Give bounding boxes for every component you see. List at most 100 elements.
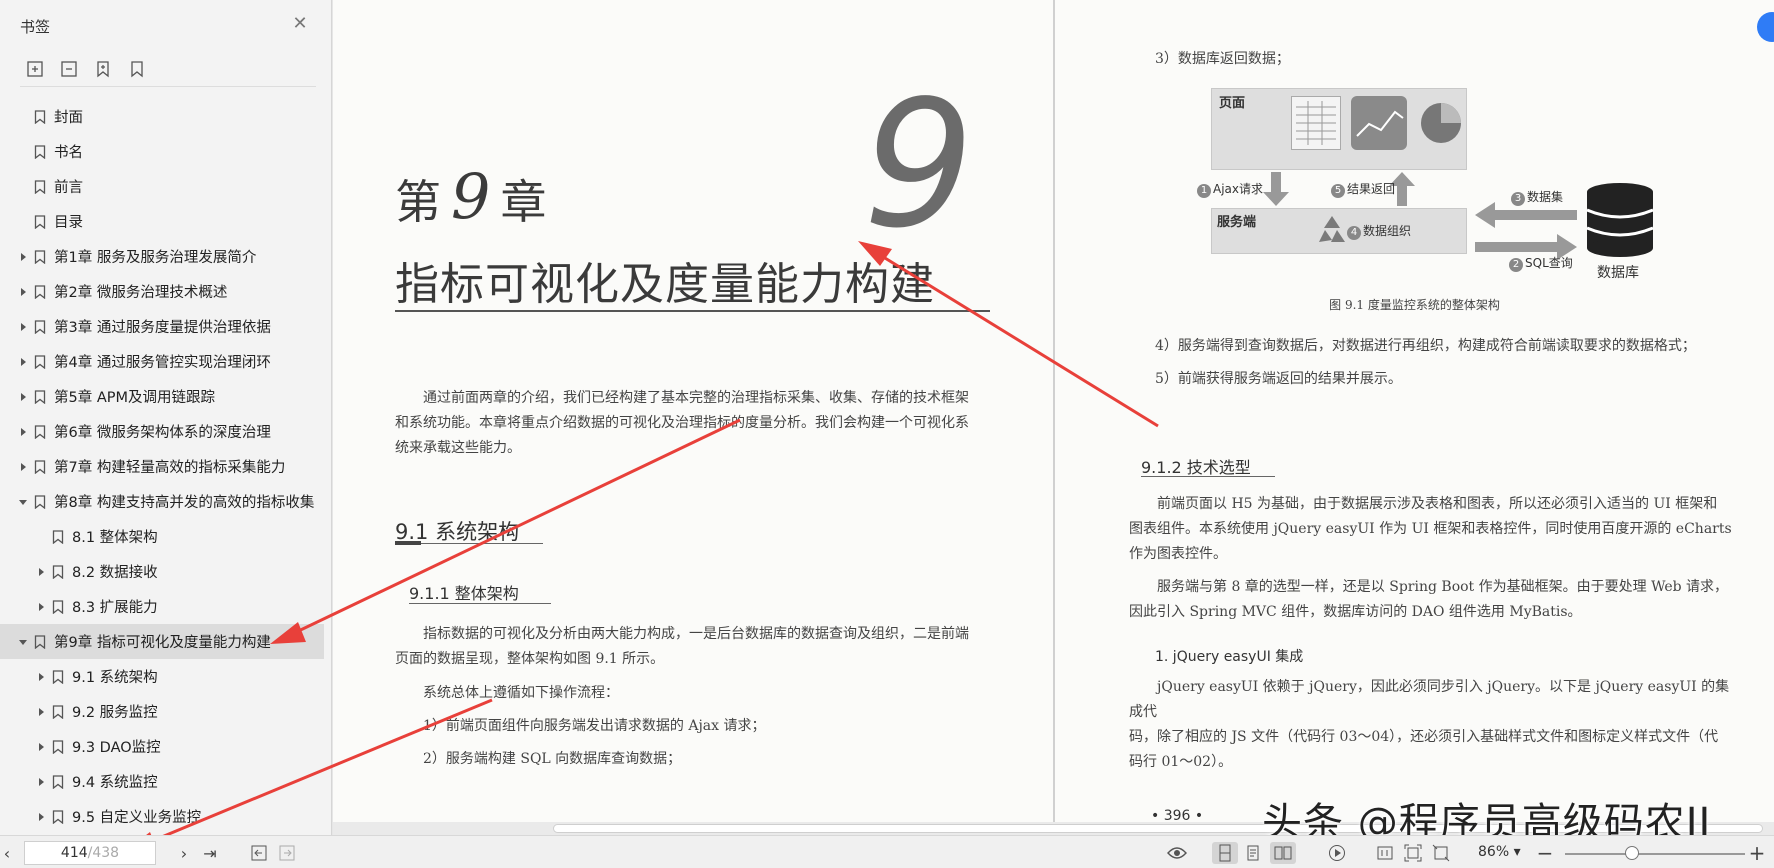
- bookmark-item[interactable]: 第5章 APM及调用链跟踪: [0, 379, 332, 414]
- bookmark-item[interactable]: 9.3 DAO监控: [0, 729, 332, 764]
- close-icon[interactable]: ✕: [290, 14, 310, 34]
- bookmark-item[interactable]: 前言: [0, 169, 332, 204]
- bookmark-flag-icon: [34, 249, 54, 264]
- prev-page-icon[interactable]: ‹: [0, 842, 14, 864]
- document-view[interactable]: 第9章 9 指标可视化及度量能力构建 通过前面两章的介绍，我们已经构建了基本完整…: [333, 0, 1774, 822]
- fit-page-icon[interactable]: [1400, 842, 1426, 864]
- status-bar: ‹ 414/438 › ⇥ 86% ▾ − +: [0, 835, 1774, 868]
- collapse-all-icon[interactable]: [58, 58, 80, 80]
- expand-arrow-icon[interactable]: [18, 427, 28, 437]
- expand-arrow-icon[interactable]: [18, 322, 28, 332]
- page-number-input[interactable]: 414/438: [24, 841, 156, 865]
- bookmark-item[interactable]: 9.4 系统监控: [0, 764, 332, 799]
- bookmark-item[interactable]: 第4章 通过服务管控实现治理闭环: [0, 344, 332, 379]
- bookmark-label: 前言: [54, 180, 83, 196]
- bookmark-item[interactable]: 9.1 系统架构: [0, 659, 332, 694]
- play-icon[interactable]: [1324, 842, 1350, 864]
- bookmark-item[interactable]: 第6章 微服务架构体系的深度治理: [0, 414, 332, 449]
- expand-arrow-icon[interactable]: [18, 287, 28, 297]
- bookmark-item[interactable]: 第1章 服务及服务治理发展简介: [0, 239, 332, 274]
- chapter-title-rule: [395, 310, 990, 312]
- page-number: • 396 •: [1151, 808, 1204, 822]
- numbered-heading: 1. jQuery easyUI 集成: [1155, 649, 1304, 665]
- expand-arrow-icon[interactable]: [36, 742, 46, 752]
- bookmark-item[interactable]: 第3章 通过服务度量提供治理依据: [0, 309, 332, 344]
- bookmark-item[interactable]: 目录: [0, 204, 332, 239]
- bookmark-item[interactable]: 8.2 数据接收: [0, 554, 332, 589]
- bookmark-label: 第6章 微服务架构体系的深度治理: [54, 425, 271, 441]
- actual-size-icon[interactable]: [1372, 842, 1398, 864]
- expand-arrow-icon[interactable]: [18, 392, 28, 402]
- bookmark-item[interactable]: 书名: [0, 134, 332, 169]
- bookmark-flag-icon: [34, 179, 54, 194]
- step-number: 3: [1511, 192, 1525, 206]
- intro-line: 统来承载这些能力。: [395, 440, 521, 456]
- total-pages: /438: [87, 845, 120, 861]
- bookmark-item[interactable]: 8.3 扩展能力: [0, 589, 332, 624]
- figure-dataset-label: 数据集: [1527, 190, 1564, 204]
- bookmark-icon[interactable]: [126, 58, 148, 80]
- zoom-in-icon[interactable]: +: [1746, 841, 1768, 865]
- bookmark-label: 第4章 通过服务管控实现治理闭环: [54, 355, 271, 371]
- step-number: 4: [1347, 226, 1361, 240]
- flow-intro: 系统总体上遵循如下操作流程：: [423, 685, 619, 701]
- tech-paragraph: 前端页面以 H5 为基础，由于数据展示涉及表格和图表，所以还必须引入适当的 UI…: [1129, 492, 1735, 567]
- zoom-slider-knob[interactable]: [1624, 846, 1639, 860]
- bookmark-label: 9.5 自定义业务监控: [72, 810, 202, 826]
- expand-arrow-icon[interactable]: [36, 672, 46, 682]
- zoom-slider-track[interactable]: [1565, 853, 1745, 855]
- figure-caption: 图 9.1 度量监控系统的整体架构: [1329, 298, 1500, 312]
- bookmark-list: 封面书名前言目录第1章 服务及服务治理发展简介第2章 微服务治理技术概述 第3章 …: [0, 99, 332, 834]
- zoom-out-icon[interactable]: −: [1534, 841, 1556, 865]
- bookmark-item[interactable]: 8.1 整体架构: [0, 519, 332, 554]
- step-number: 2: [1509, 258, 1523, 272]
- next-page-icon[interactable]: ›: [172, 842, 196, 864]
- figure-org-label: 数据组织: [1363, 224, 1412, 238]
- bookmark-item[interactable]: 第2章 微服务治理技术概述: [0, 274, 332, 309]
- forward-icon[interactable]: [276, 842, 298, 864]
- expand-arrow-icon[interactable]: [36, 707, 46, 717]
- eye-icon[interactable]: [1164, 842, 1190, 864]
- fit-width-icon[interactable]: [1428, 842, 1454, 864]
- subsection-heading: 9.1.1 整体架构: [409, 584, 519, 603]
- expand-arrow-icon[interactable]: [36, 812, 46, 822]
- bookmark-item[interactable]: 第9章 指标可视化及度量能力构建: [0, 624, 324, 659]
- expand-arrow-icon[interactable]: [36, 602, 46, 612]
- single-page-icon[interactable]: [1240, 842, 1266, 864]
- bookmark-label: 第1章 服务及服务治理发展简介: [54, 250, 257, 266]
- bookmark-item[interactable]: 第7章 构建轻量高效的指标采集能力: [0, 449, 332, 484]
- expand-arrow-icon[interactable]: [18, 252, 28, 262]
- two-page-icon[interactable]: [1270, 842, 1296, 864]
- bookmark-item[interactable]: 9.2 服务监控: [0, 694, 332, 729]
- figure-step-ajax: 1 Ajax请求: [1197, 180, 1263, 198]
- section-heading-rule: [395, 541, 543, 545]
- continuous-view-icon[interactable]: [1212, 842, 1238, 864]
- bookmark-item[interactable]: 封面: [0, 99, 332, 134]
- figure-step-dataset: 3 数据集: [1511, 188, 1563, 206]
- collapse-arrow-icon[interactable]: [18, 497, 28, 507]
- bookmark-item[interactable]: 第8章 构建支持高并发的高效的指标收集: [0, 484, 332, 519]
- bookmark-flag-icon: [52, 599, 72, 614]
- expand-all-icon[interactable]: [24, 58, 46, 80]
- figure-step-org: 4 数据组织: [1347, 222, 1411, 240]
- bookmark-flag-icon: [52, 704, 72, 719]
- expand-arrow-icon[interactable]: [36, 567, 46, 577]
- bookmark-label: 9.4 系统监控: [72, 775, 158, 791]
- bookmark-flag-icon: [52, 529, 72, 544]
- tech-paragraph: 服务端与第 8 章的选型一样，还是以 Spring Boot 作为基础框架。由于…: [1129, 575, 1735, 625]
- flow-step: 2）服务端构建 SQL 向数据库查询数据；: [423, 751, 682, 767]
- page-left: 第9章 9 指标可视化及度量能力构建 通过前面两章的介绍，我们已经构建了基本完整…: [333, 0, 1053, 822]
- add-bookmark-icon[interactable]: [92, 58, 114, 80]
- bookmark-label: 封面: [54, 110, 83, 126]
- expand-arrow-icon[interactable]: [36, 777, 46, 787]
- zoom-percent: 86%: [1478, 844, 1510, 860]
- bookmark-item[interactable]: 9.5 自定义业务监控: [0, 799, 332, 834]
- bookmark-flag-icon: [34, 634, 54, 649]
- zoom-value[interactable]: 86% ▾: [1478, 844, 1521, 860]
- expand-arrow-icon[interactable]: [18, 462, 28, 472]
- back-icon[interactable]: [248, 842, 270, 864]
- expand-arrow-icon[interactable]: [18, 357, 28, 367]
- last-page-icon[interactable]: ⇥: [198, 842, 222, 864]
- collapse-arrow-icon[interactable]: [18, 637, 28, 647]
